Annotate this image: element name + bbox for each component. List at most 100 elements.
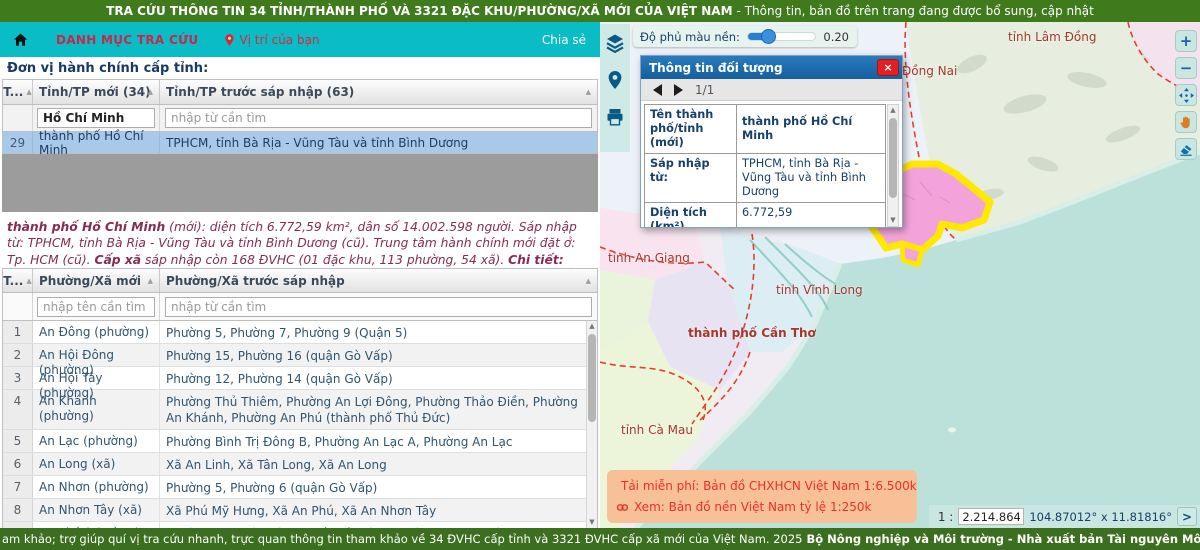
map-label-can-tho: thành phố Cần Thơ xyxy=(688,326,816,340)
selected-region-can-gio-tip[interactable] xyxy=(902,244,922,265)
scale-input[interactable] xyxy=(958,508,1024,525)
prev-feature-icon[interactable] xyxy=(653,84,662,96)
ward-col-new[interactable]: Phường/Xã mới▲ xyxy=(33,269,160,292)
table-row[interactable]: 2An Hội Đông (phường)Phường 15, Phường 1… xyxy=(3,344,597,367)
eraser-icon xyxy=(1178,141,1194,157)
footer-bar: am khảo; trợ giúp quí vị tra cứu nhanh, … xyxy=(0,528,1200,550)
ward-col-index[interactable]: T...▲ xyxy=(3,269,33,292)
app-title: TRA CỨU THÔNG TIN 34 TỈNH/THÀNH PHỐ VÀ 3… xyxy=(106,4,732,18)
next-feature-icon[interactable] xyxy=(674,84,683,96)
pager-count: 1/1 xyxy=(695,83,714,97)
ward-filter-row xyxy=(2,293,598,321)
ward-col-old[interactable]: Phường/Xã trước sáp nhập▲ xyxy=(160,269,597,292)
table-row[interactable]: 3An Hội Tây (phường)Phường 12, Phường 14… xyxy=(3,367,597,390)
scroll-down-icon[interactable]: ▼ xyxy=(587,517,597,528)
province-description: thành phố Hồ Chí Minh (mới): diện tích 6… xyxy=(2,212,598,268)
sort-asc-icon: ▲ xyxy=(148,88,153,96)
scroll-down-icon[interactable]: ▼ xyxy=(888,215,898,226)
zoom-out-button[interactable]: − xyxy=(1175,57,1197,79)
ward-table-scrollbar[interactable]: ▲ ▼ xyxy=(586,321,597,528)
panel-content: Đơn vị hành chính cấp tỉnh: T...▲ Tỉnh/T… xyxy=(0,57,600,528)
province-row-selected[interactable]: 29 thành phố Hồ Chí Minh TPHCM, tỉnh Bà … xyxy=(2,132,598,154)
province-row-old: TPHCM, tỉnh Bà Rịa - Vũng Tàu và tỉnh Bì… xyxy=(160,132,597,153)
layers-icon[interactable] xyxy=(605,33,625,53)
scale-prefix: 1 : xyxy=(938,510,954,524)
footer-publisher: Bộ Nông nghiệp và Môi trường - Nhà xuất … xyxy=(807,532,1200,546)
dialog-body: Tên thành phố/tỉnh (mới)thành phố Hồ Chí… xyxy=(641,101,902,227)
sort-asc-icon: ▲ xyxy=(26,88,31,96)
empty-results-area xyxy=(2,154,598,212)
map-zoom-tools: + − xyxy=(1175,30,1197,160)
close-icon[interactable]: × xyxy=(877,59,899,76)
map-label-an-giang: tỉnh An Giang xyxy=(608,251,690,265)
table-row[interactable]: 8An Nhơn Tây (xã)Xã Phú Mỹ Hưng, Xã An P… xyxy=(3,499,597,522)
province-name: thành phố Hồ Chí Minh xyxy=(7,220,165,234)
filter-spacer xyxy=(3,105,33,131)
map-canvas[interactable]: tỉnh Lâm Đồng Đồng Nai tỉnh An Giang tỉn… xyxy=(600,22,1200,528)
home-button[interactable] xyxy=(12,32,34,47)
sort-asc-icon: ▲ xyxy=(148,277,153,285)
ward-new-filter-input[interactable] xyxy=(37,297,155,317)
province-section-heading: Đơn vị hành chính cấp tỉnh: xyxy=(2,57,598,79)
attribute-table: Tên thành phố/tỉnh (mới)thành phố Hồ Chí… xyxy=(644,104,886,227)
attribute-row: Tên thành phố/tỉnh (mới)thành phố Hồ Chí… xyxy=(645,105,885,154)
dialog-title: Thông tin đối tượng xyxy=(649,61,783,75)
nav-location-label: Vị trí của bạn xyxy=(239,33,319,47)
basemap-opacity-control: Độ phủ màu nền: 0.20 xyxy=(633,26,857,47)
sort-asc-icon: ▲ xyxy=(586,277,591,285)
print-icon[interactable] xyxy=(605,107,625,127)
province-old-filter-input[interactable] xyxy=(165,108,592,128)
zoom-in-button[interactable]: + xyxy=(1175,30,1197,52)
opacity-slider-track[interactable] xyxy=(747,32,817,41)
cursor-coordinates: 104.87012° x 11.81816° xyxy=(1029,510,1172,524)
move-icon xyxy=(1178,87,1195,104)
opacity-slider-handle[interactable] xyxy=(761,29,776,44)
dialog-scrollbar[interactable]: ▲ ▼ xyxy=(887,104,899,227)
nav-item-your-location[interactable]: Vị trí của bạn xyxy=(224,33,319,47)
dialog-title-bar[interactable]: Thông tin đối tượng × xyxy=(641,56,902,79)
map-label-vinh-long: tỉnh Vĩnh Long xyxy=(776,283,863,297)
map-label-ca-mau: tỉnh Cà Mau xyxy=(621,423,693,437)
app-subtitle: - Thông tin, bản đồ trên trang đang được… xyxy=(737,4,1094,18)
scale-coords-bar: 1 : 104.87012° x 11.81816° > xyxy=(929,505,1200,528)
footer-text: am khảo; trợ giúp quí vị tra cứu nhanh, … xyxy=(2,532,803,546)
scrollbar-thumb[interactable] xyxy=(889,118,897,198)
map-marker-icon xyxy=(224,33,235,47)
ward-table-header: T...▲ Phường/Xã mới▲ Phường/Xã trước sáp… xyxy=(2,268,598,293)
province-row-index: 29 xyxy=(3,132,33,153)
province-col-new[interactable]: Tỉnh/TP mới (34)▲ xyxy=(33,80,160,104)
opacity-value: 0.20 xyxy=(823,30,849,44)
map-tool-strip xyxy=(600,24,630,152)
collapse-bar-button[interactable]: > xyxy=(1177,507,1197,526)
ward-old-filter-input[interactable] xyxy=(165,297,592,317)
detail-link[interactable]: Chi tiết: xyxy=(508,253,564,267)
province-col-index[interactable]: T...▲ xyxy=(3,80,33,104)
share-button[interactable]: Chia sẻ xyxy=(542,33,586,47)
hand-icon xyxy=(1178,114,1194,130)
ward-table-body: 1An Đông (phường)Phường 5, Phường 7, Phư… xyxy=(2,321,598,528)
download-map-link[interactable]: Tải miễn phí: Bản đồ CHXHCN Việt Nam 1:6… xyxy=(616,479,908,493)
province-table-header: T...▲ Tỉnh/TP mới (34)▲ Tỉnh/TP trước sá… xyxy=(2,79,598,105)
map-label-dong-nai: Đồng Nai xyxy=(902,64,957,78)
table-row[interactable]: 4An Khánh (phường)Phường Thủ Thiêm, Phườ… xyxy=(3,390,597,430)
scroll-up-icon[interactable]: ▲ xyxy=(587,321,597,332)
sort-asc-icon: ▲ xyxy=(586,88,591,96)
table-row[interactable]: 6An Long (xã)Xã An Linh, Xã Tân Long, Xã… xyxy=(3,453,597,476)
opacity-label: Độ phủ màu nền: xyxy=(640,30,740,44)
filter-spacer xyxy=(3,293,33,320)
scrollbar-thumb[interactable] xyxy=(588,334,596,422)
province-col-old[interactable]: Tỉnh/TP trước sáp nhập (63)▲ xyxy=(160,80,597,104)
pan-button[interactable] xyxy=(1175,84,1197,106)
scroll-up-icon[interactable]: ▲ xyxy=(888,105,898,116)
table-row[interactable]: 1An Đông (phường)Phường 5, Phường 7, Phư… xyxy=(3,321,597,344)
map-label-lam-dong: tỉnh Lâm Đồng xyxy=(1008,30,1096,44)
province-new-filter-input[interactable] xyxy=(37,108,155,128)
nav-item-danh-muc-tra-cuu[interactable]: DANH MỤC TRA CỨU xyxy=(56,33,198,47)
table-row[interactable]: 5An Lạc (phường)Phường Bình Trị Đông B, … xyxy=(3,430,597,453)
erase-button[interactable] xyxy=(1175,138,1197,160)
view-basemap-link[interactable]: Xem: Bản đồ nền Việt Nam tỷ lệ 1:250k xyxy=(616,500,908,514)
table-row[interactable]: 7An Nhơn (phường)Phường 5, Phường 6 (quậ… xyxy=(3,476,597,499)
home-icon xyxy=(12,32,29,47)
pan-hand-button[interactable] xyxy=(1175,111,1197,133)
location-pin-icon[interactable] xyxy=(605,70,625,90)
